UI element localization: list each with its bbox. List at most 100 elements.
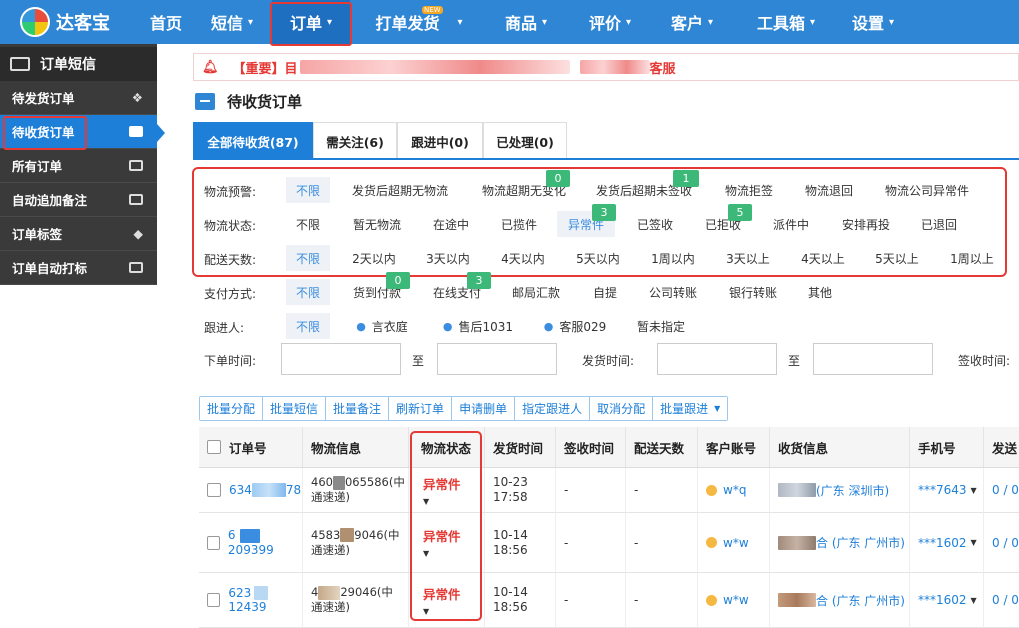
send-count[interactable]: 0 / 0 (992, 536, 1019, 550)
table-row-cell: w*w (698, 513, 770, 573)
filter-option-user[interactable]: ● 言衣庭 (346, 313, 418, 339)
sidebar-item-auto-remark[interactable]: 自动追加备注 (0, 183, 157, 217)
wangwang-icon[interactable] (706, 484, 717, 496)
nav-toolbox[interactable]: 工具箱 ▾ (742, 0, 830, 44)
ship-time: 17:58 (493, 490, 528, 504)
logi-prefix: 4583 (311, 527, 341, 542)
col-delivery-days: 配送天数 (626, 427, 698, 468)
tab-handled[interactable]: 已处理(0) (483, 122, 567, 159)
cancel-assign-button[interactable]: 取消分配 (590, 397, 654, 420)
filter-option[interactable]: 暂未指定 (630, 313, 692, 339)
phone-link[interactable]: ***7643 (918, 483, 967, 497)
table-row-cell: 634 78 (199, 468, 303, 513)
nav-label: 评价 (588, 14, 621, 33)
filter-label-ship-time: 发货时间: (582, 354, 635, 368)
user-name: 言衣庭 (371, 319, 408, 334)
nav-customers[interactable]: 客户 ▾ (660, 0, 724, 44)
account-link[interactable]: w*w (723, 536, 749, 550)
nav-print-ship[interactable]: 打单发货 NEW ▾ (358, 0, 480, 44)
nav-settings[interactable]: 设置 ▾ (840, 0, 906, 44)
address-link[interactable]: 合 (广东 广州市) (816, 534, 905, 551)
wangwang-icon[interactable] (706, 594, 717, 606)
filter-option[interactable]: 银行转账 (722, 279, 784, 305)
sidebar-header: 订单短信 (0, 47, 157, 81)
user-name: 售后1031 (458, 319, 514, 334)
wangwang-icon[interactable] (706, 537, 717, 548)
user-icon: ● (543, 319, 554, 333)
logistics-info: 4 29046(中 通速递) (311, 585, 393, 615)
assign-follower-button[interactable]: 指定跟进人 (515, 397, 591, 420)
row-checkbox[interactable] (207, 593, 221, 607)
order-time-end-input[interactable] (437, 343, 557, 375)
nav-label: 设置 (851, 14, 884, 33)
account-link[interactable]: w*q (723, 483, 746, 497)
bulk-follow-dropdown[interactable]: 批量跟进 ▼ (653, 397, 728, 420)
order-prefix: 6 (227, 528, 236, 543)
logi-carrier: 通速递) (311, 542, 350, 557)
box-icon (129, 126, 143, 137)
caret-down-icon[interactable]: ▼ (971, 538, 977, 547)
phone-link[interactable]: ***1602 (918, 536, 967, 550)
row-checkbox[interactable] (207, 483, 221, 497)
filter-option[interactable]: 公司转账 (642, 279, 704, 305)
nav-reviews[interactable]: 评价 ▾ (578, 0, 642, 44)
sidebar-item-all-orders[interactable]: 所有订单 (0, 149, 157, 183)
nav-sms[interactable]: 短信 ▾ (196, 0, 268, 44)
account-link[interactable]: w*w (723, 593, 749, 607)
filter-option-user[interactable]: ● 客服029 (538, 313, 612, 339)
order-number-link[interactable]: 6209399 (228, 528, 302, 557)
sidebar-item-order-tags[interactable]: 订单标签 ◆ (0, 217, 157, 251)
bulk-assign-button[interactable]: 批量分配 (200, 397, 264, 420)
tab-following[interactable]: 跟进中(0) (397, 122, 483, 159)
tab-attention[interactable]: 需关注(6) (313, 122, 397, 159)
filter-option[interactable]: 其他 (800, 279, 840, 305)
col-ship-time: 发货时间 (485, 427, 556, 468)
sign-time: - (564, 593, 569, 607)
filter-option[interactable]: 不限 (286, 279, 330, 305)
nav-home[interactable]: 首页 (140, 0, 192, 44)
caret-down-icon[interactable]: ▼ (971, 596, 977, 605)
ship-time-end-input[interactable] (813, 343, 933, 375)
order-suffix: 12439 (228, 600, 267, 615)
request-delete-button[interactable]: 申请删单 (452, 397, 516, 420)
filter-option[interactable]: 邮局汇款 (505, 279, 567, 305)
caret-down-icon[interactable]: ▼ (971, 486, 977, 495)
header-label: 物流信息 (311, 440, 362, 456)
send-count[interactable]: 0 / 0 (992, 483, 1019, 497)
tab-all-pending[interactable]: 全部待收货(87) (193, 122, 313, 159)
chevron-down-icon: ▼ (714, 404, 721, 413)
logi-carrier: 通速递) (311, 600, 350, 614)
sidebar-item-auto-tag[interactable]: 订单自动打标 (0, 251, 157, 285)
bulk-remark-button[interactable]: 批量备注 (326, 397, 390, 420)
order-number-link[interactable]: 634 78 (229, 483, 301, 498)
sidebar-item-pending-ship[interactable]: 待发货订单 ❖ (0, 81, 157, 115)
row-checkbox[interactable] (207, 535, 220, 550)
filter-option-user[interactable]: ● 售后1031 (436, 313, 520, 339)
nav-products[interactable]: 商品 ▾ (494, 0, 558, 44)
send-count[interactable]: 0 / 0 (992, 593, 1019, 607)
order-suffix: 209399 (227, 542, 274, 557)
refresh-orders-button[interactable]: 刷新订单 (389, 397, 453, 420)
filter-option[interactable]: 不限 (286, 313, 330, 339)
redacted (778, 593, 816, 607)
order-time-start-input[interactable] (281, 343, 401, 375)
bell-icon: 🔔︎ (202, 59, 219, 75)
tab-label: 全部待收货(87) (207, 134, 299, 150)
table-row-cell: 4583 9046(中 通速递) (303, 513, 409, 573)
bulk-sms-button[interactable]: 批量短信 (263, 397, 327, 420)
phone-link[interactable]: ***1602 (918, 593, 967, 607)
table-row-cell: 10-14 18:56 (485, 513, 556, 573)
app-logo[interactable]: 达客宝 (0, 0, 140, 44)
nav-label: 短信 (210, 14, 243, 33)
address-link[interactable]: (广东 深圳市) (816, 482, 889, 499)
logi-suffix: 065586(中 (344, 475, 405, 489)
filter-option[interactable]: 自提 (585, 279, 625, 305)
header-label: 手机号 (918, 440, 956, 456)
order-number-link[interactable]: 62312439 (228, 586, 302, 615)
ship-time-start-input[interactable] (657, 343, 777, 375)
sidebar-item-label: 待发货订单 (12, 91, 75, 106)
notice-bar[interactable]: 🔔︎ 【重要】目 客服 (193, 53, 1019, 81)
select-all-checkbox[interactable] (207, 440, 221, 454)
redacted (340, 528, 355, 542)
address-link[interactable]: 合 (广东 广州市) (816, 592, 905, 609)
